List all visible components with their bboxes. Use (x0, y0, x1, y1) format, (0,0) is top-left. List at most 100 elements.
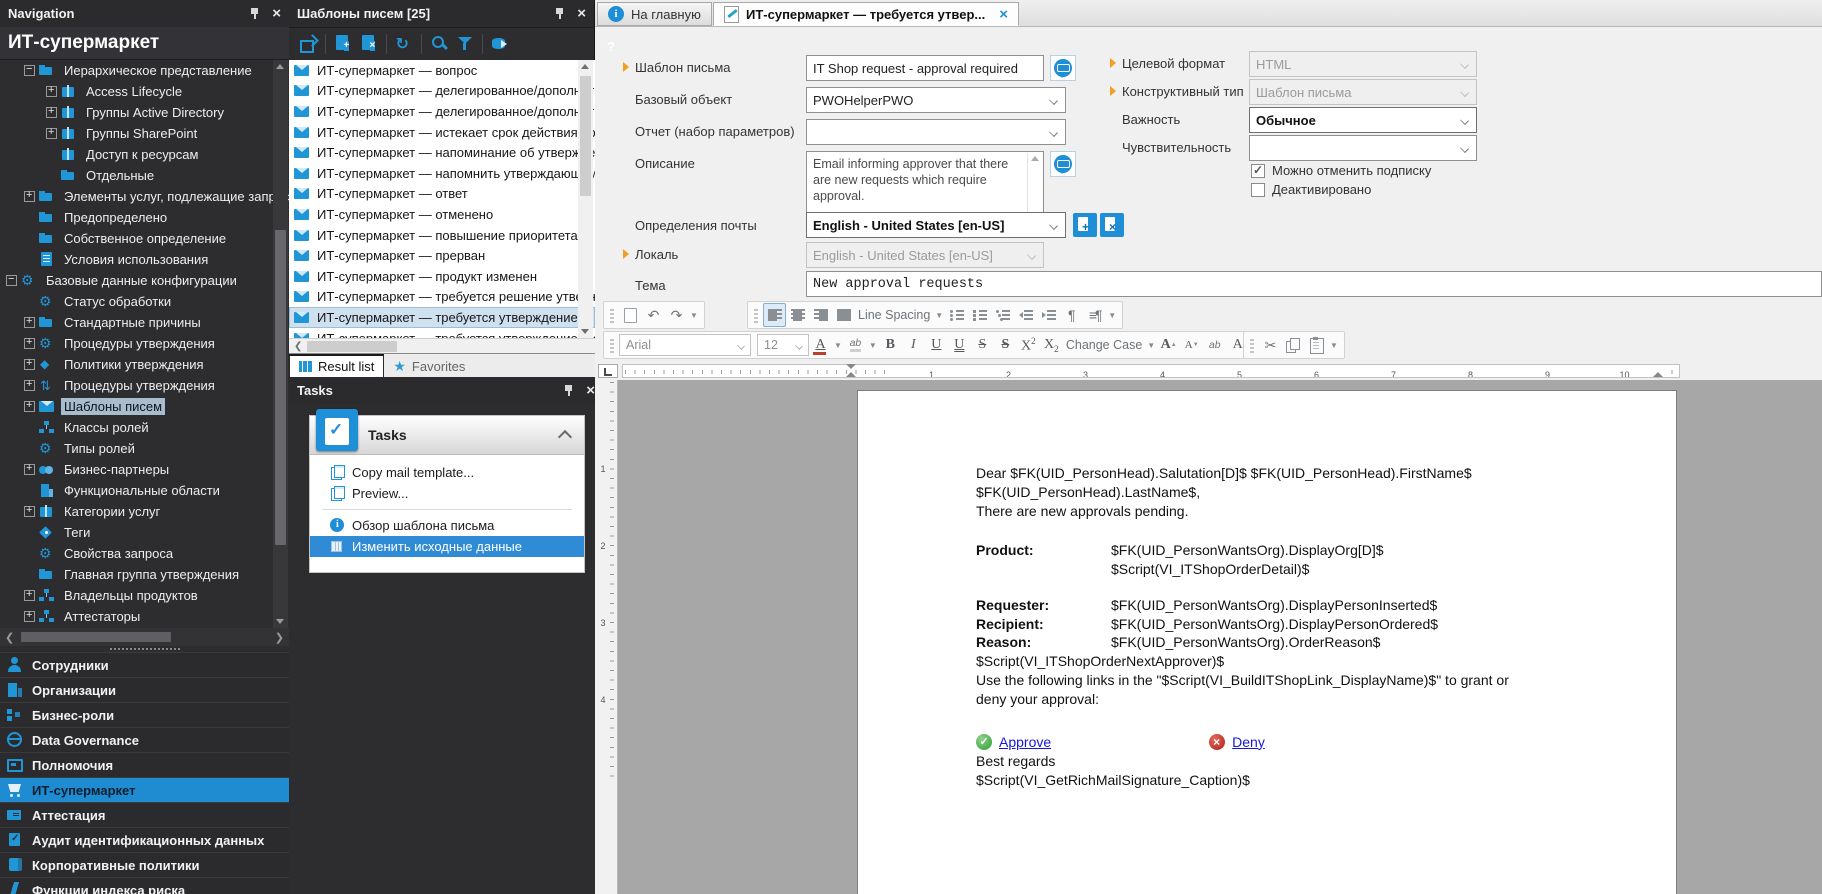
module-button[interactable]: Аттестация (0, 802, 289, 827)
dropdown-arrow-icon[interactable]: ▼ (1330, 341, 1338, 350)
align-right-button[interactable] (809, 303, 832, 327)
close-icon[interactable]: × (586, 383, 595, 398)
module-button[interactable]: Организации (0, 677, 289, 702)
mail-template-input[interactable] (806, 55, 1044, 81)
search-icon[interactable] (426, 31, 452, 57)
template-list-item[interactable]: ИТ-супермаркет — прерван (289, 245, 595, 266)
change-case-button[interactable]: Change Case (1063, 338, 1145, 352)
shrink-font-button[interactable]: A (1180, 333, 1203, 357)
tree-expander-icon[interactable] (24, 336, 35, 349)
template-list-item[interactable]: ИТ-супермаркет — истекает срок действия … (289, 122, 595, 143)
tree-item[interactable]: Элементы услуг, подлежащие запросу (0, 186, 289, 207)
tree-item[interactable]: Собственное определение (0, 228, 289, 249)
dropdown-arrow-icon[interactable]: ▼ (1147, 341, 1155, 350)
tree-item[interactable]: Процедуры утверждения (0, 333, 289, 354)
dropdown-arrow-icon[interactable]: ▼ (690, 311, 698, 320)
tree-item[interactable]: Условия использования (0, 249, 289, 270)
tree-item[interactable]: Главная группа утверждения (0, 564, 289, 585)
scroll-down-icon[interactable] (581, 329, 589, 334)
task-item-selected[interactable]: Изменить исходные данные (310, 536, 584, 557)
tree-item[interactable]: Бизнес-партнеры (0, 459, 289, 480)
collapse-chevron-icon[interactable] (557, 429, 573, 445)
template-list-item[interactable]: ИТ-супермаркет — повышение приоритета (289, 225, 595, 246)
tree-item[interactable]: Шаблоны писем (0, 396, 289, 417)
tree-expander-icon[interactable] (24, 588, 35, 601)
tree-item[interactable]: Функциональные области (0, 480, 289, 501)
template-list-item[interactable]: ИТ-супермаркет — делегированное/дополнит (289, 81, 595, 102)
export-database-icon[interactable] (487, 31, 513, 57)
indent-marker[interactable] (846, 364, 856, 378)
mail-body-page[interactable]: Dear $FK(UID_PersonHead).Salutation[D]$ … (857, 390, 1677, 894)
tree-item[interactable]: Классы ролей (0, 417, 289, 438)
grow-font-button[interactable]: A (1157, 333, 1180, 357)
deny-link[interactable]: Deny (1232, 733, 1265, 752)
tree-horizontal-scrollbar[interactable]: ❮ ❯ (0, 628, 289, 646)
tree-item[interactable]: Группы Active Directory (0, 102, 289, 123)
delete-mail-definition-button[interactable] (1100, 213, 1124, 237)
tree-expander-icon[interactable] (24, 189, 35, 202)
italic-button[interactable]: I (902, 333, 925, 357)
close-tab-icon[interactable]: × (999, 6, 1008, 23)
mail-definition-select[interactable]: English - United States [en-US] (806, 212, 1066, 238)
superscript-button[interactable]: X2 (1017, 333, 1040, 357)
pin-icon[interactable] (554, 7, 565, 20)
tab-favorites[interactable]: ★ Favorites (384, 354, 474, 378)
vertical-ruler[interactable]: 1234 (595, 380, 618, 894)
base-object-select[interactable]: PWOHelperPWO (806, 87, 1066, 113)
assign-icon[interactable] (295, 31, 321, 57)
copy-button[interactable] (1282, 333, 1305, 357)
dropdown-arrow-icon[interactable]: ▼ (869, 341, 877, 350)
pin-icon[interactable] (249, 7, 260, 20)
template-list-item[interactable]: ИТ-супермаркет — требуется решение утвер… (289, 287, 595, 308)
tree-item[interactable]: Иерархическое представление (0, 60, 289, 81)
tree-item[interactable]: Статус обработки (0, 291, 289, 312)
unsubscribe-checkbox[interactable] (1251, 163, 1265, 178)
double-strikethrough-button[interactable]: S (994, 333, 1017, 357)
scroll-down-icon[interactable] (276, 619, 284, 624)
toolbar-grip[interactable] (610, 307, 614, 323)
tree-expander-icon[interactable] (24, 609, 35, 622)
cut-button[interactable]: ✂ (1259, 333, 1282, 357)
decrease-indent-button[interactable] (1014, 303, 1037, 327)
translate-button[interactable] (1050, 151, 1076, 177)
template-list-item[interactable]: ИТ-супермаркет — отменено (289, 204, 595, 225)
template-list-item[interactable]: ИТ-супермаркет — требуется утверждение (… (289, 328, 595, 338)
module-button[interactable]: Data Governance (0, 727, 289, 752)
double-underline-button[interactable]: U (948, 333, 971, 357)
multilevel-list-button[interactable] (991, 303, 1014, 327)
module-button[interactable]: Бизнес-роли (0, 702, 289, 727)
style-stamp-button[interactable]: ab (1203, 333, 1226, 357)
tree-expander-icon[interactable] (46, 84, 57, 97)
scroll-left-icon[interactable]: ❮ (0, 631, 19, 644)
list-vertical-scrollbar[interactable] (578, 60, 593, 338)
tree-expander-icon[interactable] (24, 462, 35, 475)
tree-item[interactable]: Процедуры утверждения (0, 375, 289, 396)
close-icon[interactable]: × (577, 6, 586, 21)
tab-result-list[interactable]: Result list (289, 354, 385, 378)
report-select[interactable] (806, 119, 1066, 145)
scroll-right-icon[interactable]: ❯ (270, 631, 289, 644)
bullet-list-button[interactable] (945, 303, 968, 327)
template-list-item[interactable]: ИТ-супермаркет — делегированное/дополнит (289, 101, 595, 122)
module-button[interactable]: Аудит идентификационных данных (0, 827, 289, 852)
tree-expander-icon[interactable] (24, 378, 35, 391)
horizontal-ruler[interactable]: 1 2 3 4 5 6 7 8 9 10 (622, 364, 1680, 378)
scrollbar-thumb[interactable] (580, 76, 591, 196)
redo-button[interactable]: ↷ (665, 303, 688, 327)
scrollbar-thumb[interactable] (307, 341, 398, 352)
scroll-left-icon[interactable]: ❮ (289, 341, 307, 352)
increase-indent-button[interactable] (1037, 303, 1060, 327)
toolbar-grip[interactable] (610, 337, 614, 353)
numbered-list-button[interactable] (968, 303, 991, 327)
undo-button[interactable]: ↶ (642, 303, 665, 327)
dropdown-arrow-icon[interactable]: ▼ (834, 341, 842, 350)
tree-expander-icon[interactable] (46, 105, 57, 118)
tree-item[interactable]: Политики утверждения (0, 354, 289, 375)
font-family-select[interactable]: Arial (619, 334, 751, 356)
tab-home[interactable]: На главную (597, 2, 712, 26)
tab-mail-template[interactable]: ИТ-супермаркет — требуется утвер... × (713, 2, 1020, 26)
task-item[interactable]: Обзор шаблона письма (310, 515, 584, 536)
dropdown-arrow-icon[interactable]: ▼ (935, 311, 943, 320)
font-size-select[interactable]: 12 (757, 334, 809, 356)
task-item[interactable]: Preview... (310, 483, 584, 504)
